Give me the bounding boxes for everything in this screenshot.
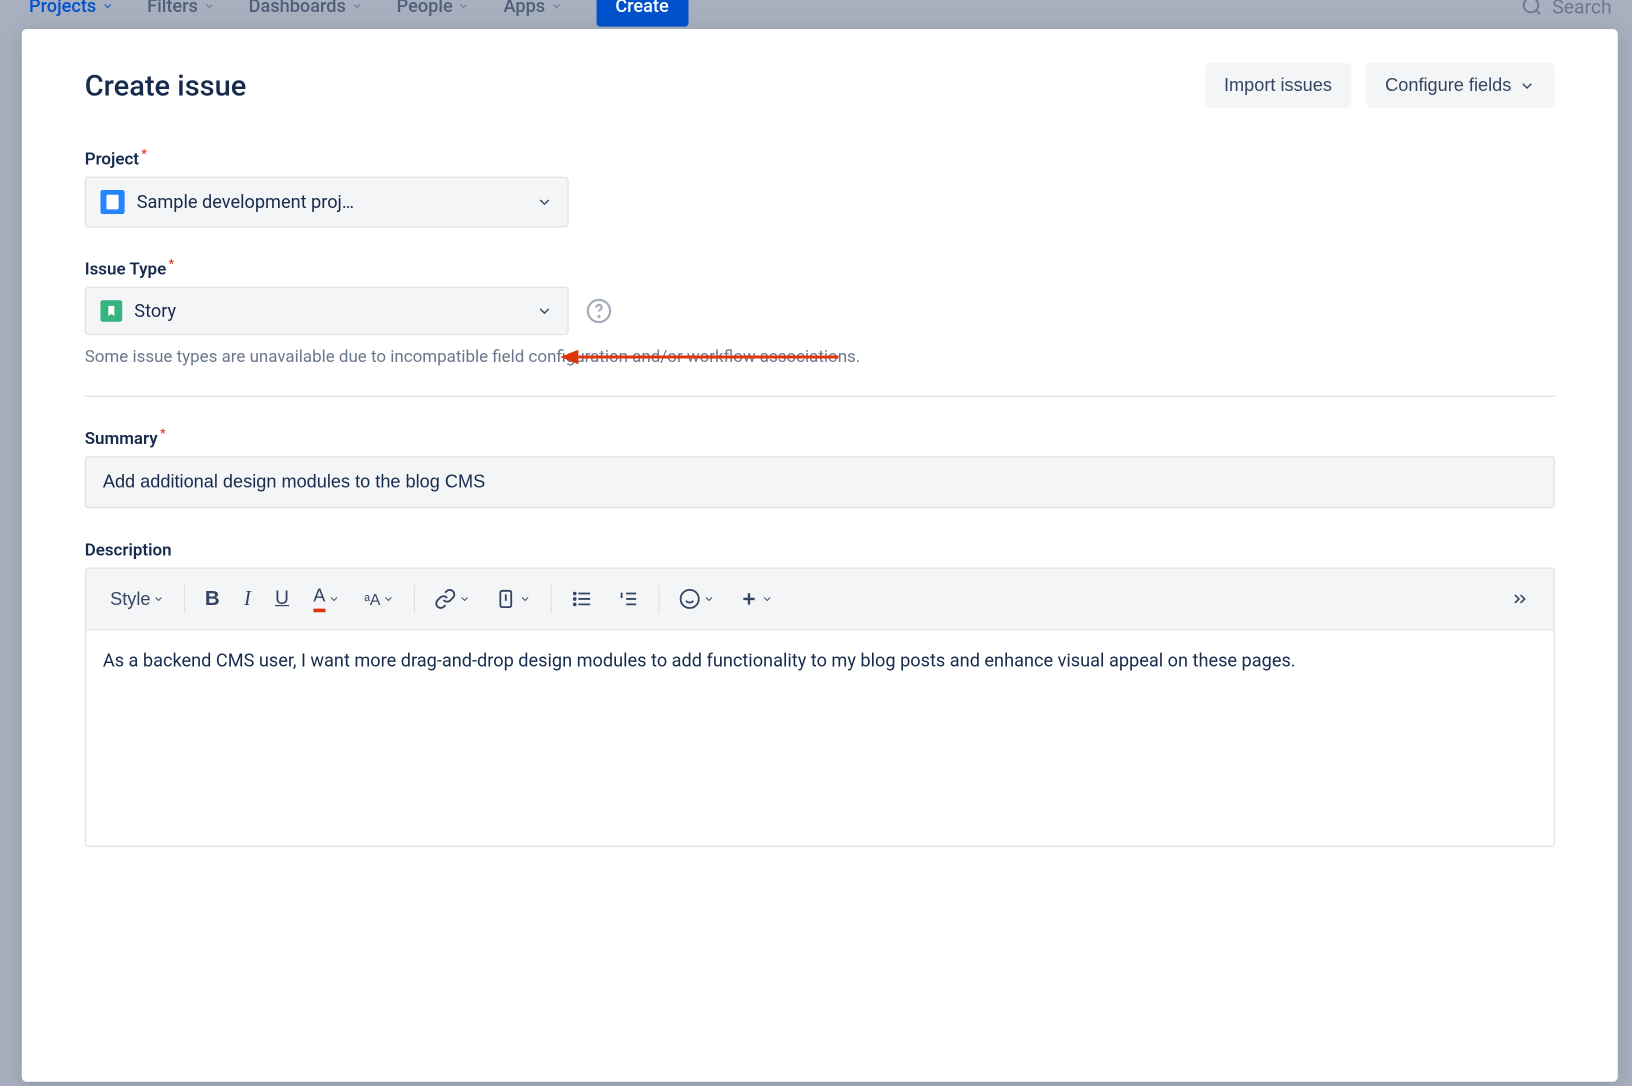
nav-label: People [397, 0, 453, 17]
project-label: Project* [85, 150, 147, 169]
nav-filters[interactable]: Filters [147, 0, 215, 17]
separator [414, 584, 415, 613]
nav-dashboards[interactable]: Dashboards [249, 0, 363, 17]
description-label: Description [85, 541, 172, 560]
separator [551, 584, 552, 613]
story-icon [100, 300, 122, 322]
chevron-down-icon [550, 0, 562, 12]
create-label: Create [615, 0, 668, 17]
required-indicator: * [169, 258, 174, 271]
underline-button[interactable]: U [265, 581, 298, 617]
italic-button[interactable]: I [234, 580, 260, 619]
chevron-down-icon [101, 0, 113, 12]
button-label: Configure fields [1385, 75, 1511, 96]
chevron-down-icon [153, 593, 165, 605]
numbered-list-button[interactable] [608, 581, 649, 617]
chevron-down-icon [351, 0, 363, 12]
label-text: Description [85, 541, 172, 560]
numbered-list-icon [618, 588, 640, 610]
required-indicator: * [160, 427, 165, 440]
link-icon [435, 588, 457, 610]
chevron-down-icon [762, 593, 774, 605]
required-indicator: * [141, 148, 146, 161]
description-content: As a backend CMS user, I want more drag-… [103, 650, 1296, 672]
issue-type-field-group: Issue Type* Story Some issue types are u… [85, 257, 1555, 367]
attachment-icon [495, 588, 517, 610]
nav-label: Filters [147, 0, 198, 17]
emoji-button[interactable] [670, 581, 726, 617]
text-color-button[interactable]: A [304, 578, 350, 619]
summary-field-group: Summary* [85, 426, 1555, 508]
issue-type-value: Story [134, 300, 176, 322]
style-dropdown[interactable]: Style [100, 581, 174, 616]
collapse-icon [1510, 589, 1529, 608]
modal-header: Create issue Import issues Configure fie… [85, 63, 1555, 108]
nav-apps[interactable]: Apps [504, 0, 563, 17]
modal-title: Create issue [85, 68, 247, 102]
project-field-group: Project* Sample development proj… [85, 146, 1555, 227]
project-value: Sample development proj… [137, 191, 354, 213]
top-navigation: Projects Filters Dashboards People Apps … [0, 0, 1631, 24]
header-actions: Import issues Configure fields [1205, 63, 1555, 108]
label-text: Project [85, 150, 139, 169]
nav-label: Projects [29, 0, 96, 17]
configure-fields-button[interactable]: Configure fields [1366, 63, 1555, 108]
bullet-list-button[interactable] [562, 581, 603, 617]
project-icon [100, 190, 124, 214]
create-button[interactable]: Create [596, 0, 688, 27]
create-issue-modal: Create issue Import issues Configure fie… [22, 29, 1618, 1082]
issue-type-select[interactable]: Story [85, 287, 569, 335]
search-area[interactable]: Search [1521, 0, 1612, 18]
summary-label: Summary* [85, 430, 166, 449]
separator [659, 584, 660, 613]
chevron-down-icon [328, 593, 340, 605]
button-label: Import issues [1224, 75, 1332, 96]
nav-label: Dashboards [249, 0, 346, 17]
summary-input[interactable] [85, 456, 1555, 508]
plus-icon [740, 589, 759, 608]
bullet-list-icon [572, 588, 594, 610]
project-select[interactable]: Sample development proj… [85, 177, 569, 228]
issue-type-label: Issue Type* [85, 260, 174, 279]
chevron-down-icon [459, 593, 471, 605]
chevron-down-icon [203, 0, 215, 12]
attachment-button[interactable] [486, 581, 542, 617]
chevron-down-icon [1519, 77, 1536, 94]
chevron-down-icon [704, 593, 716, 605]
import-issues-button[interactable]: Import issues [1205, 63, 1352, 108]
more-format-button[interactable]: ᵃA [354, 583, 404, 616]
nav-people[interactable]: People [397, 0, 470, 17]
label-text: Issue Type [85, 260, 166, 279]
search-placeholder: Search [1552, 0, 1611, 18]
style-label: Style [110, 589, 150, 610]
bold-button[interactable]: B [195, 580, 229, 619]
separator [184, 584, 185, 613]
nav-projects[interactable]: Projects [29, 0, 113, 17]
chevron-down-icon [536, 303, 553, 320]
divider [85, 396, 1555, 397]
chevron-down-icon [536, 194, 553, 211]
description-editor[interactable]: As a backend CMS user, I want more drag-… [85, 629, 1555, 847]
emoji-icon [679, 588, 701, 610]
chevron-down-icon [520, 593, 532, 605]
issue-type-hint: Some issue types are unavailable due to … [85, 347, 1555, 366]
description-field-group: Description Style B I U A ᵃA [85, 537, 1555, 847]
insert-button[interactable] [730, 582, 783, 616]
nav-label: Apps [504, 0, 546, 17]
search-icon [1521, 0, 1543, 17]
editor-toolbar: Style B I U A ᵃA [85, 567, 1555, 629]
help-icon[interactable] [586, 298, 613, 325]
collapse-toolbar-button[interactable] [1500, 582, 1539, 616]
link-button[interactable] [425, 581, 481, 617]
chevron-down-icon [458, 0, 470, 12]
label-text: Summary [85, 430, 158, 449]
chevron-down-icon [383, 593, 395, 605]
